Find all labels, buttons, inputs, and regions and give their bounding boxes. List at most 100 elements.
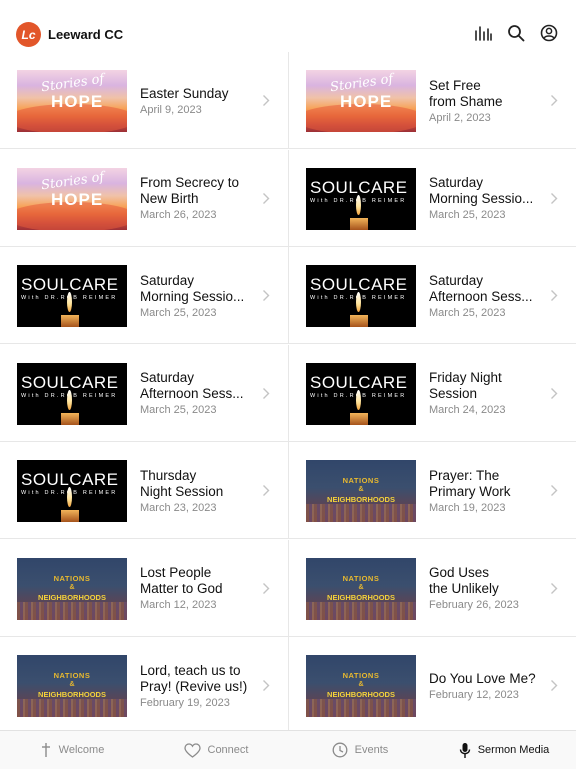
sermon-date: March 25, 2023: [429, 209, 506, 221]
sermon-item[interactable]: SOULCARE With DR.ROB REIMER Saturday Morni…: [0, 247, 288, 344]
sermon-title: Lord, teach us to Pray! (Revive us!): [140, 662, 248, 694]
sermon-date: April 9, 2023: [140, 103, 202, 116]
sermon-date: March 25, 2023: [140, 404, 217, 416]
sermon-date: February 12, 2023: [429, 688, 519, 701]
status-bar: [0, 0, 576, 14]
sermon-date: March 26, 2023: [140, 209, 217, 221]
candle-flame: [356, 194, 361, 215]
sermon-title: Friday Night Session: [429, 370, 502, 401]
sermon-thumbnail: NATIONS & NEIGHBORHOODS: [306, 655, 416, 717]
tab-label: Connect: [207, 744, 249, 756]
sermon-item[interactable]: SOULCARE With DR.ROB REIMER Saturday After…: [0, 345, 288, 442]
art-text: &: [358, 681, 364, 688]
art-text: NEIGHBORHOODS: [38, 690, 106, 699]
sermon-date: March 25, 2023: [429, 306, 506, 319]
sermon-date: March 12, 2023: [140, 599, 217, 611]
candle: [350, 217, 368, 230]
app-header: Lc Leeward CC: [0, 18, 576, 50]
sermon-item[interactable]: Stories of HOPE Set Free from Shame April 2…: [288, 52, 576, 149]
sermon-date: March 23, 2023: [140, 501, 217, 514]
sermon-thumbnail: SOULCARE With DR.ROB REIMER: [306, 265, 416, 327]
sermon-thumbnail: Stories of HOPE: [17, 70, 127, 132]
sermon-item[interactable]: NATIONS & NEIGHBORHOODS God Uses the Unlike…: [288, 539, 576, 637]
sermon-thumbnail: SOULCARE With DR.ROB REIMER: [17, 460, 127, 522]
sermon-title: God Uses the Unlikely: [429, 565, 499, 596]
sermon-date: February 26, 2023: [429, 599, 519, 611]
sermon-grid: Stories of HOPE Easter Sunday April 9, 2023…: [0, 52, 576, 730]
art-text: HOPE: [340, 92, 393, 111]
chevron-right-icon: [263, 485, 270, 496]
candle-flame: [67, 389, 72, 410]
candle: [61, 510, 79, 522]
sermon-item[interactable]: NATIONS & NEIGHBORHOODS Lost People Matter …: [0, 540, 288, 637]
art-text: NEIGHBORHOODS: [327, 592, 395, 602]
candle: [350, 315, 368, 327]
sermon-thumbnail: NATIONS & NEIGHBORHOODS: [306, 557, 416, 620]
candle: [61, 315, 79, 327]
city-skyline: [306, 504, 416, 522]
search-icon[interactable]: [507, 24, 525, 42]
equalizer-icon[interactable]: [474, 24, 492, 42]
art-text: &: [358, 486, 364, 493]
tab-label: Events: [354, 744, 389, 756]
profile-icon[interactable]: [540, 24, 558, 42]
sermon-thumbnail: Stories of HOPE: [17, 167, 127, 230]
sermon-item[interactable]: SOULCARE With DR.ROB REIMER Saturday Morni…: [288, 149, 576, 247]
sermon-item[interactable]: Stories of HOPE From Secrecy to New Birth M…: [0, 150, 288, 247]
candle-flame: [67, 292, 72, 312]
art-text: NEIGHBORHOODS: [38, 592, 106, 602]
sermon-title: Saturday Afternoon Sess...: [140, 370, 244, 401]
sermon-thumbnail: SOULCARE With DR.ROB REIMER: [306, 362, 416, 425]
tab-label: Welcome: [58, 744, 105, 756]
sermon-item[interactable]: NATIONS & NEIGHBORHOODS Prayer: The Primary…: [288, 442, 576, 539]
chevron-right-icon: [551, 485, 558, 496]
art-text: NATIONS: [342, 671, 380, 680]
sermon-thumbnail: SOULCARE With DR.ROB REIMER: [17, 265, 127, 327]
sermon-item[interactable]: NATIONS & NEIGHBORHOODS Do You Love Me? Febr…: [288, 637, 576, 730]
candle-flame: [356, 292, 361, 312]
sermon-thumbnail: Stories of HOPE: [306, 70, 416, 132]
sermon-title: Do You Love Me?: [429, 670, 536, 686]
chevron-right-icon: [551, 95, 558, 106]
brand[interactable]: Lc Leeward CC: [16, 22, 123, 47]
cross-icon: [41, 743, 50, 757]
sermon-title: Easter Sunday: [140, 85, 229, 101]
chevron-right-icon: [263, 192, 270, 204]
tab-welcome[interactable]: Welcome: [0, 731, 144, 769]
tab-sermon-media[interactable]: Sermon Media: [432, 731, 576, 769]
sermon-title: Saturday Morning Sessio...: [140, 272, 245, 304]
sermon-item[interactable]: SOULCARE With DR.ROB REIMER Thursday Night…: [0, 442, 288, 539]
sermon-thumbnail: SOULCARE With DR.ROB REIMER: [17, 362, 127, 425]
sermon-item[interactable]: Stories of HOPE Easter Sunday April 9, 2023: [0, 52, 288, 149]
sermon-date: March 25, 2023: [140, 306, 217, 319]
microphone-icon: [459, 742, 470, 758]
tab-connect[interactable]: Connect: [144, 731, 288, 769]
church-logo: Lc: [16, 22, 41, 47]
sermon-date: February 19, 2023: [140, 696, 230, 709]
city-skyline: [17, 601, 127, 620]
sermon-title: From Secrecy to New Birth: [140, 175, 240, 206]
sermon-item[interactable]: NATIONS & NEIGHBORHOODS Lord, teach us to P…: [0, 637, 288, 730]
chevron-right-icon: [551, 680, 558, 691]
sermon-item[interactable]: SOULCARE With DR.ROB REIMER Saturday After…: [288, 247, 576, 344]
city-skyline: [306, 601, 416, 620]
sermon-thumbnail: NATIONS & NEIGHBORHOODS: [17, 557, 127, 620]
art-text: HOPE: [51, 189, 104, 209]
app-title: Leeward CC: [48, 27, 124, 42]
tab-events[interactable]: Events: [288, 731, 432, 769]
city-skyline: [306, 699, 416, 717]
chevron-right-icon: [551, 582, 558, 594]
chevron-right-icon: [551, 387, 558, 399]
candle-flame: [67, 487, 72, 507]
art-text: NATIONS: [53, 573, 91, 583]
sermon-date: March 19, 2023: [429, 501, 506, 514]
sermon-date: March 24, 2023: [429, 404, 506, 416]
tab-label: Sermon Media: [477, 744, 550, 756]
sermon-title: Thursday Night Session: [140, 467, 224, 499]
city-skyline: [17, 699, 127, 717]
sermon-title: Saturday Afternoon Sess...: [429, 272, 533, 304]
sermon-thumbnail: SOULCARE With DR.ROB REIMER: [306, 167, 416, 230]
sermon-title: Set Free from Shame: [429, 77, 503, 109]
sermon-item[interactable]: SOULCARE With DR.ROB REIMER Friday Night S…: [288, 344, 576, 442]
chevron-right-icon: [551, 192, 558, 204]
